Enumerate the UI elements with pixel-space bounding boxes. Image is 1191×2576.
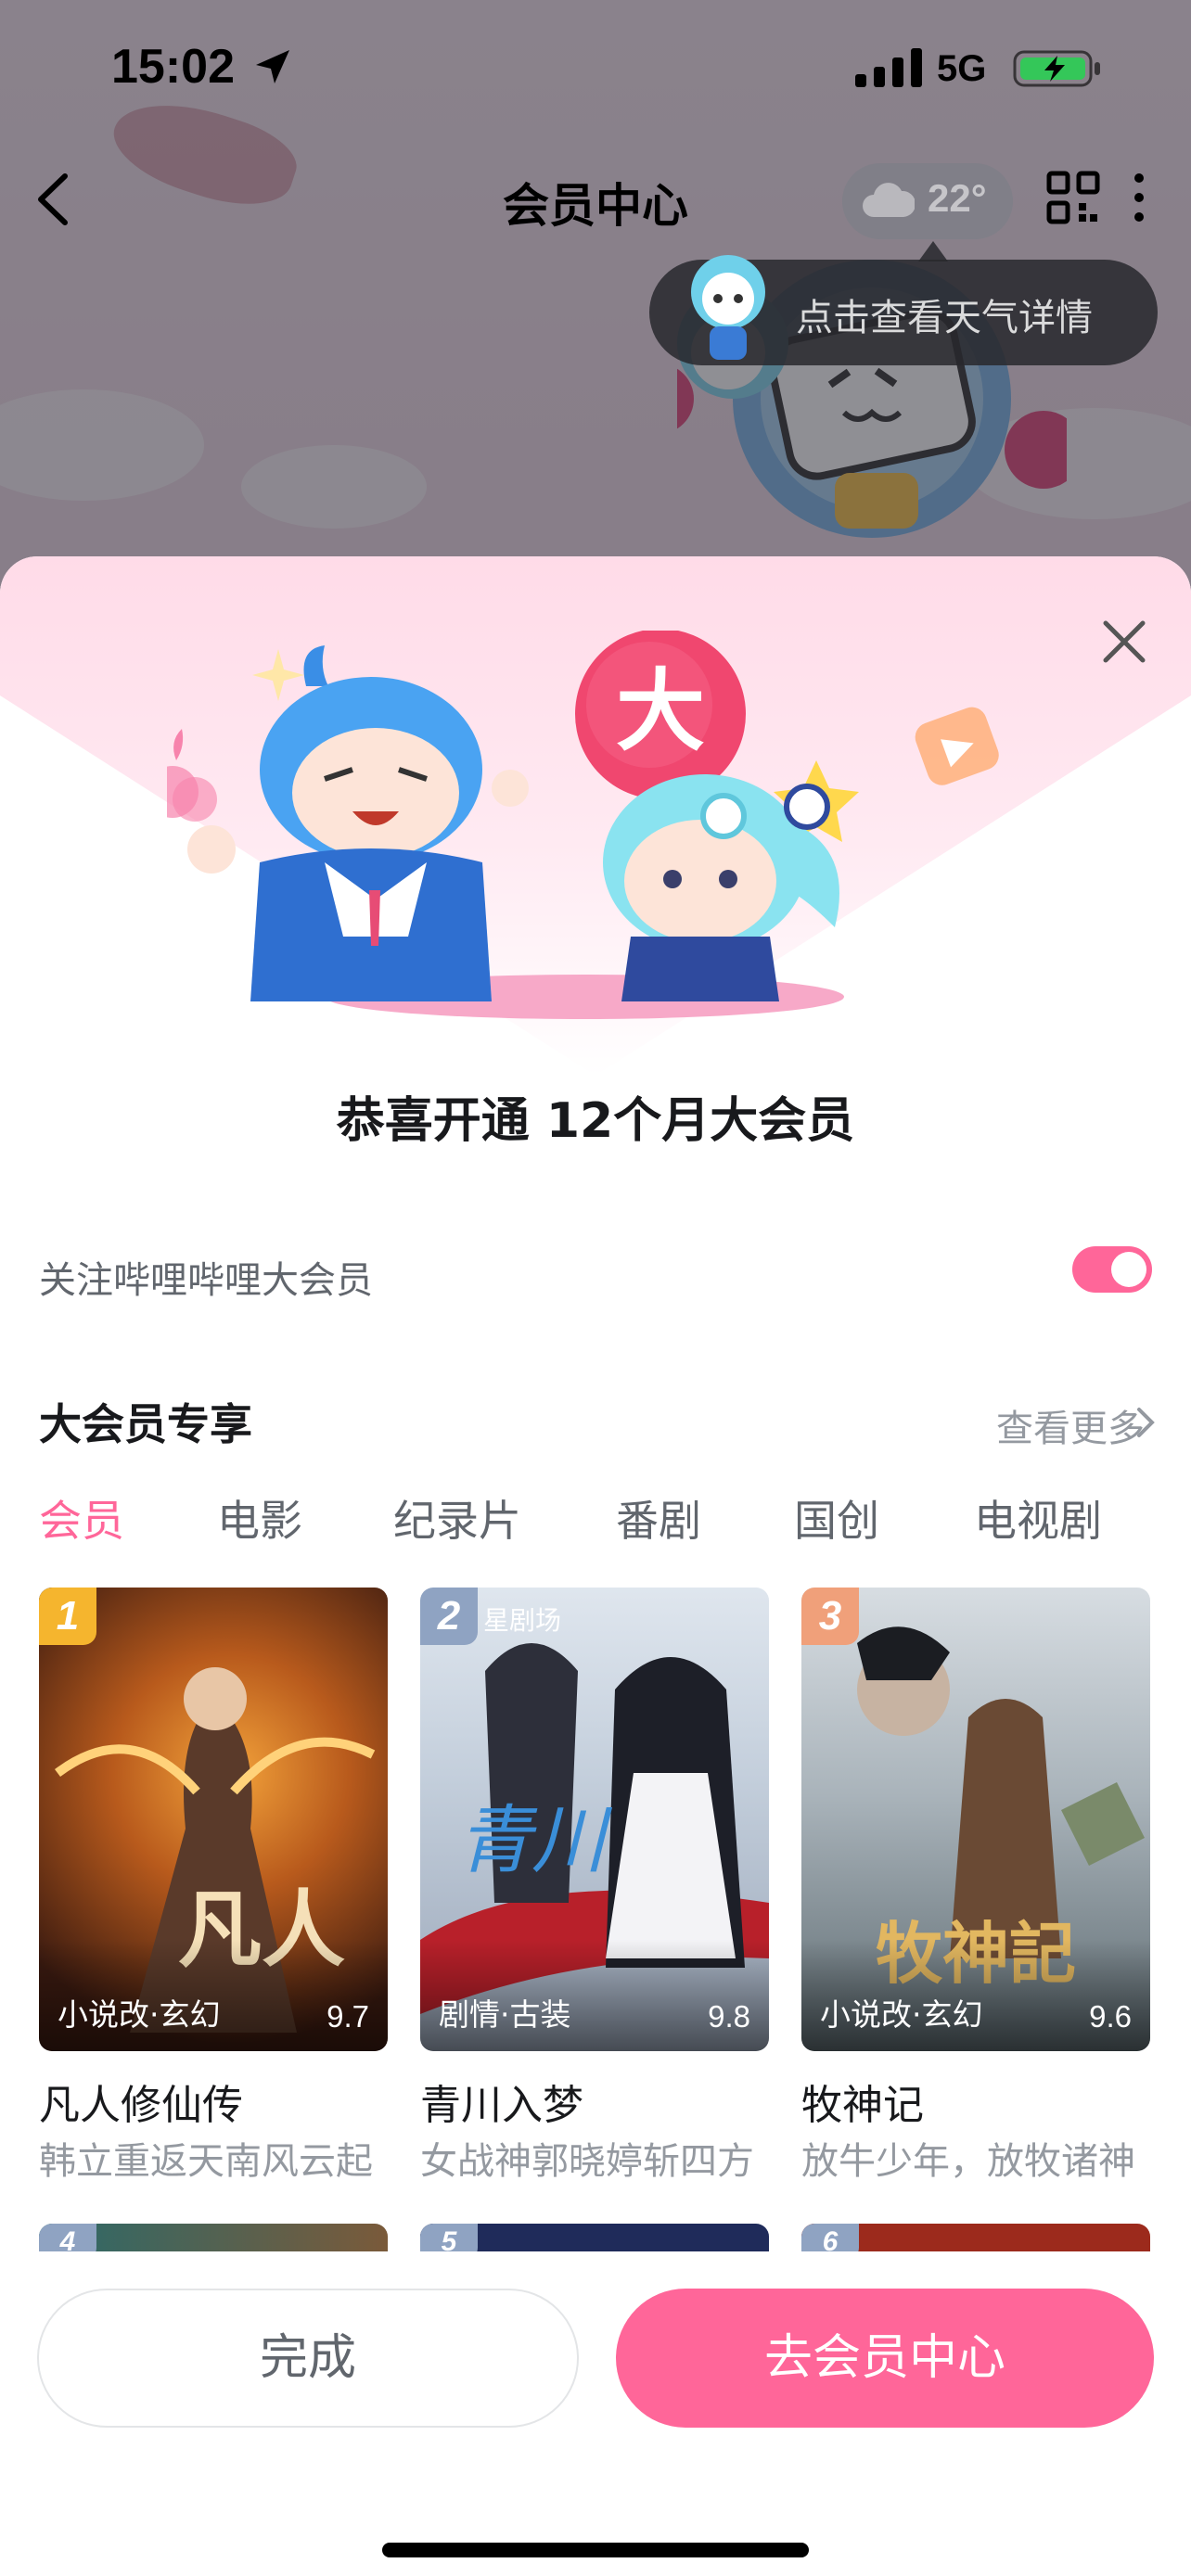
close-icon[interactable] bbox=[1096, 614, 1152, 670]
weather-button[interactable]: 22° bbox=[842, 163, 1013, 239]
go-member-center-button[interactable]: 去会员中心 bbox=[616, 2289, 1154, 2428]
more-vertical-icon[interactable] bbox=[1130, 171, 1148, 224]
tab-documentary[interactable]: 纪录片 bbox=[393, 1487, 521, 1549]
poster-tag: 小说改·玄幻 bbox=[58, 1996, 221, 2033]
home-indicator[interactable] bbox=[382, 2543, 809, 2557]
card-subtitle: 韩立重返天南风云起 bbox=[39, 2140, 373, 2183]
cloud-icon bbox=[863, 183, 915, 217]
mascots-celebration-illustration: 大 bbox=[167, 631, 999, 1019]
signal-icon bbox=[855, 48, 922, 87]
tooltip-arrow bbox=[918, 241, 948, 261]
rank-badge: 3 bbox=[801, 1588, 859, 1645]
weather-tooltip[interactable]: 点击查看天气详情 bbox=[649, 255, 1158, 365]
tab-anime[interactable]: 番剧 bbox=[616, 1487, 701, 1549]
done-button[interactable]: 完成 bbox=[37, 2289, 579, 2428]
see-more-label: 查看更多 bbox=[996, 1408, 1145, 1450]
exclusive-section-header: 大会员专享 查看更多 bbox=[39, 1391, 1155, 1456]
poster-image[interactable]: 凡人 1 小说改·玄幻 9.7 bbox=[39, 1588, 388, 2051]
card-title[interactable]: 凡人修仙传 bbox=[39, 2072, 243, 2131]
chevron-right-icon[interactable] bbox=[1133, 1406, 1158, 1439]
tab-movie[interactable]: 电影 bbox=[217, 1487, 302, 1549]
poster-image[interactable]: 青川 星剧场 2 剧情·古装 9.8 bbox=[420, 1588, 769, 2051]
poster-score: 9.6 bbox=[1089, 1999, 1132, 2034]
card-subtitle: 放牛少年，放牧诸神 bbox=[801, 2140, 1135, 2183]
see-more-link[interactable]: 查看更多 bbox=[996, 1398, 1145, 1452]
poster-tag: 剧情·古装 bbox=[439, 1996, 571, 2033]
congrats-heading: 恭喜开通 12个月大会员 bbox=[336, 1093, 855, 1149]
follow-toggle[interactable] bbox=[1072, 1246, 1152, 1293]
tab-member[interactable]: 会员 bbox=[39, 1487, 124, 1549]
battery-charging-icon bbox=[1013, 50, 1100, 87]
rank-badge: 2 bbox=[420, 1588, 478, 1645]
toggle-knob bbox=[1111, 1252, 1146, 1287]
poster-calligraphy: 青川 bbox=[457, 1797, 613, 1883]
qr-code-icon[interactable] bbox=[1046, 171, 1100, 224]
status-bar: 15:02 5G bbox=[0, 0, 1191, 139]
poster-image[interactable]: 牧神記 3 小说改·玄幻 9.6 bbox=[801, 1588, 1150, 2051]
tab-tv-series[interactable]: 电视剧 bbox=[974, 1487, 1102, 1549]
category-tabs: 会员 电影 纪录片 番剧 国创 电视剧 bbox=[39, 1487, 1171, 1552]
poster-brand: 星剧场 bbox=[483, 1605, 562, 1636]
bottom-action-bar: 完成 去会员中心 bbox=[0, 2251, 1191, 2576]
weather-temperature: 22° bbox=[928, 176, 987, 220]
tooltip-mascot-icon bbox=[691, 255, 765, 360]
follow-row: 关注哔哩哔哩大会员 bbox=[39, 1243, 1152, 1302]
section-title: 大会员专享 bbox=[39, 1399, 252, 1449]
card-title[interactable]: 牧神记 bbox=[801, 2072, 924, 2131]
tooltip-text: 点击查看天气详情 bbox=[796, 297, 1093, 339]
card-subtitle: 女战神郭晓婷斩四方 bbox=[420, 2140, 754, 2183]
follow-label: 关注哔哩哔哩大会员 bbox=[39, 1259, 373, 1302]
network-type: 5G bbox=[937, 48, 987, 89]
rank-badge: 1 bbox=[39, 1588, 96, 1645]
tab-guochuang[interactable]: 国创 bbox=[794, 1487, 879, 1549]
card-title[interactable]: 青川入梦 bbox=[420, 2072, 583, 2131]
membership-success-sheet: 大 恭喜开通 12个月大会员 关注哔哩哔哩大会员 大会员专享 查看更多 会员 电… bbox=[0, 556, 1191, 2576]
status-time: 15:02 bbox=[111, 40, 235, 94]
poster-score: 9.7 bbox=[327, 1999, 369, 2034]
badge-text: 大 bbox=[616, 659, 705, 763]
location-arrow-icon bbox=[256, 50, 289, 83]
poster-score: 9.8 bbox=[708, 1999, 750, 2034]
poster-tag: 小说改·玄幻 bbox=[820, 1996, 983, 2033]
